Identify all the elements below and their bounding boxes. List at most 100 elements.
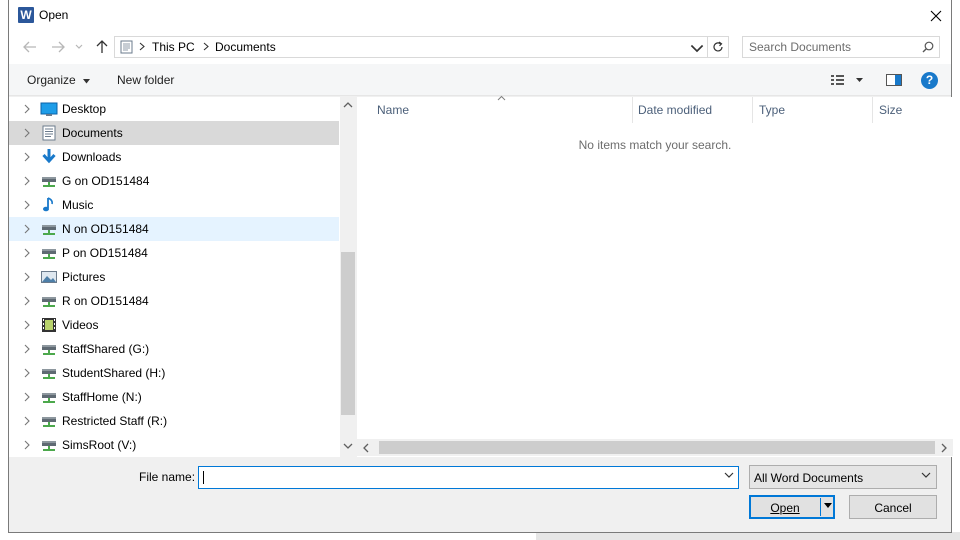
expand-chevron-icon[interactable]: [22, 103, 32, 115]
navigation-pane-scrollbar[interactable]: [340, 97, 356, 457]
scrollbar-thumb[interactable]: [379, 441, 935, 454]
tree-item-label: StaffHome (N:): [62, 390, 142, 404]
tree-item[interactable]: R on OD151484: [9, 289, 339, 313]
expand-chevron-icon[interactable]: [22, 367, 32, 379]
breadcrumb-this-pc[interactable]: This PC: [152, 40, 195, 54]
navigation-bar: This PC Documents: [9, 31, 951, 64]
column-header-type[interactable]: Type: [759, 103, 785, 117]
tree-item[interactable]: Documents: [9, 121, 339, 145]
column-divider[interactable]: [752, 97, 753, 123]
scroll-left-arrow-icon[interactable]: [362, 443, 369, 453]
forward-button[interactable]: [49, 39, 67, 55]
expand-chevron-icon[interactable]: [22, 151, 32, 163]
up-button[interactable]: [93, 39, 111, 55]
network-drive-icon: [40, 364, 58, 382]
text-cursor: [203, 471, 204, 484]
back-button[interactable]: [21, 39, 39, 55]
tree-item[interactable]: N on OD151484: [9, 217, 339, 241]
scroll-up-arrow-icon[interactable]: [343, 101, 353, 108]
expand-chevron-icon[interactable]: [22, 175, 32, 187]
network-drive-icon: [40, 388, 58, 406]
word-app-icon: W: [18, 7, 34, 23]
network-drive-icon: [40, 436, 58, 454]
file-list-horizontal-scrollbar[interactable]: [357, 439, 953, 456]
breadcrumb-separator-icon: [203, 42, 209, 51]
expand-chevron-icon[interactable]: [22, 415, 32, 427]
tree-item[interactable]: Desktop: [9, 97, 339, 121]
tree-item-label: P on OD151484: [62, 246, 148, 260]
organize-button[interactable]: Organize: [27, 73, 91, 87]
new-folder-button[interactable]: New folder: [117, 73, 174, 87]
column-divider[interactable]: [632, 97, 633, 123]
open-split-button[interactable]: Open: [749, 495, 835, 519]
background-window-edge: [0, 28, 8, 68]
tree-item-label: Restricted Staff (R:): [62, 414, 168, 428]
breadcrumb-documents[interactable]: Documents: [215, 40, 276, 54]
scrollbar-thumb[interactable]: [341, 252, 355, 415]
music-icon: [40, 196, 58, 214]
tree-item-label: StudentShared (H:): [62, 366, 166, 380]
expand-chevron-icon[interactable]: [22, 343, 32, 355]
forward-arrow-icon: [52, 41, 65, 53]
documents-location-icon: [120, 40, 133, 54]
tree-item[interactable]: Music: [9, 193, 339, 217]
tree-item[interactable]: StaffShared (G:): [9, 337, 339, 361]
tree-item[interactable]: StaffHome (N:): [9, 385, 339, 409]
open-options-caret-icon[interactable]: [824, 503, 832, 509]
background-window-edge-bottom: [536, 532, 960, 540]
open-button[interactable]: Open: [750, 501, 820, 515]
change-view-button[interactable]: [829, 72, 869, 88]
expand-chevron-icon[interactable]: [22, 439, 32, 451]
preview-pane-button[interactable]: [885, 72, 903, 88]
tree-item[interactable]: Videos: [9, 313, 339, 337]
expand-chevron-icon[interactable]: [22, 391, 32, 403]
scroll-down-arrow-icon[interactable]: [343, 443, 353, 450]
cancel-button[interactable]: Cancel: [849, 495, 937, 519]
empty-results-message: No items match your search.: [578, 138, 732, 152]
tree-item[interactable]: StudentShared (H:): [9, 361, 339, 385]
expand-chevron-icon[interactable]: [22, 319, 32, 331]
tree-item[interactable]: P on OD151484: [9, 241, 339, 265]
search-icon[interactable]: [922, 41, 934, 53]
address-bar[interactable]: This PC Documents: [114, 36, 729, 58]
tree-item[interactable]: Pictures: [9, 265, 339, 289]
scroll-right-arrow-icon[interactable]: [941, 443, 948, 453]
file-name-combobox[interactable]: [198, 466, 739, 489]
pictures-icon: [40, 268, 58, 286]
network-drive-icon: [40, 172, 58, 190]
column-header-date-modified[interactable]: Date modified: [638, 103, 712, 117]
file-name-input[interactable]: [199, 467, 714, 488]
expand-chevron-icon[interactable]: [22, 127, 32, 139]
chevron-down-icon[interactable]: [724, 472, 734, 479]
chevron-down-icon: [921, 472, 931, 478]
tree-item[interactable]: Restricted Staff (R:): [9, 409, 339, 433]
file-type-select[interactable]: All Word Documents: [749, 465, 937, 489]
search-input[interactable]: [743, 37, 918, 57]
tree-item[interactable]: Downloads: [9, 145, 339, 169]
caret-down-icon: [83, 79, 91, 84]
expand-chevron-icon[interactable]: [22, 295, 32, 307]
recent-locations-button[interactable]: [73, 39, 85, 55]
column-header-size[interactable]: Size: [879, 103, 902, 117]
file-name-label: File name:: [139, 470, 196, 484]
tree-item[interactable]: G on OD151484: [9, 169, 339, 193]
tree-item-label: N on OD151484: [62, 222, 149, 236]
expand-chevron-icon[interactable]: [22, 271, 32, 283]
help-button[interactable]: ?: [921, 72, 938, 89]
tree-item[interactable]: SimsRoot (V:): [9, 433, 339, 457]
network-drive-icon: [40, 244, 58, 262]
tree-item-label: Videos: [62, 318, 99, 332]
expand-chevron-icon[interactable]: [22, 223, 32, 235]
expand-chevron-icon[interactable]: [22, 247, 32, 259]
column-header-name[interactable]: Name: [377, 103, 409, 117]
expand-chevron-icon[interactable]: [22, 199, 32, 211]
network-drive-icon: [40, 292, 58, 310]
close-button[interactable]: [921, 0, 951, 31]
downloads-icon: [40, 148, 58, 166]
refresh-button[interactable]: [707, 37, 728, 57]
tree-item-label: Documents: [62, 126, 123, 140]
search-box[interactable]: [742, 36, 940, 58]
column-divider[interactable]: [872, 97, 873, 123]
address-dropdown-icon[interactable]: [690, 42, 704, 56]
documents-icon: [40, 124, 58, 142]
